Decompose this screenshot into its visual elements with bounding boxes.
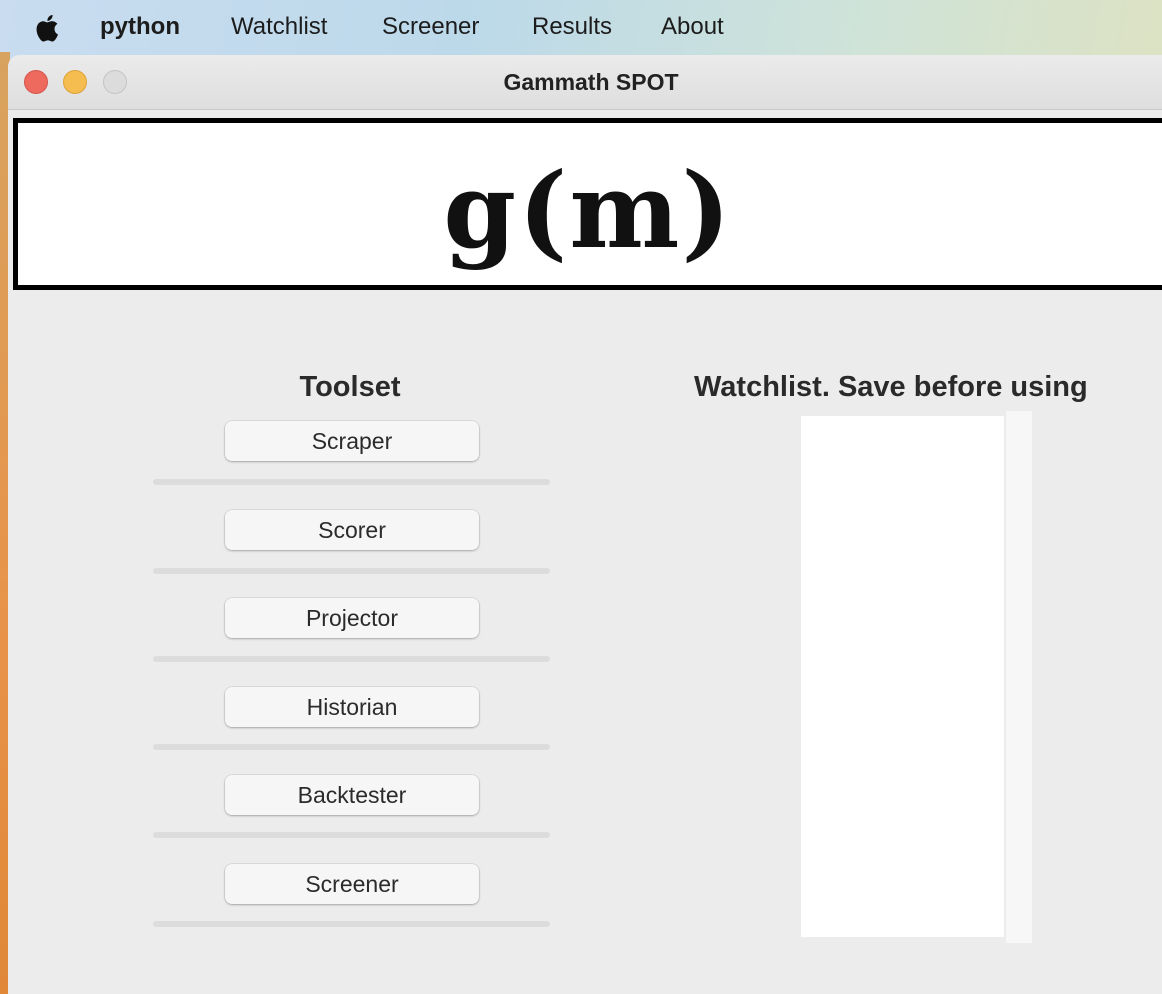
- watchlist-listbox[interactable]: [801, 416, 1004, 937]
- app-logo: g(m): [443, 149, 733, 272]
- scorer-button[interactable]: Scorer: [225, 510, 479, 550]
- separator: [153, 479, 550, 485]
- menu-screener[interactable]: Screener: [382, 13, 479, 41]
- projector-button[interactable]: Projector: [225, 598, 479, 638]
- window-title: Gammath SPOT: [503, 69, 679, 95]
- app-window: Gammath SPOT g(m) Toolset Scraper Scorer…: [8, 55, 1162, 994]
- historian-button[interactable]: Historian: [225, 687, 479, 727]
- separator: [153, 568, 550, 574]
- menu-app-name[interactable]: python: [100, 13, 180, 41]
- screener-button[interactable]: Screener: [225, 864, 479, 904]
- toolset-heading: Toolset: [299, 371, 401, 403]
- title-bar[interactable]: Gammath SPOT: [8, 55, 1162, 110]
- separator: [153, 744, 550, 750]
- menu-about[interactable]: About: [661, 13, 724, 41]
- menu-bar: python Watchlist Screener Results About: [0, 0, 1162, 56]
- watchlist-heading: Watchlist. Save before using: [694, 371, 1088, 403]
- scraper-button[interactable]: Scraper: [225, 421, 479, 461]
- separator: [153, 921, 550, 927]
- menu-watchlist[interactable]: Watchlist: [231, 13, 327, 41]
- menu-results[interactable]: Results: [532, 13, 612, 41]
- apple-icon[interactable]: [33, 13, 59, 43]
- backtester-button[interactable]: Backtester: [225, 775, 479, 815]
- watchlist-scrollbar[interactable]: [1006, 411, 1032, 943]
- separator: [153, 832, 550, 838]
- logo-banner: g(m): [13, 118, 1162, 290]
- separator: [153, 656, 550, 662]
